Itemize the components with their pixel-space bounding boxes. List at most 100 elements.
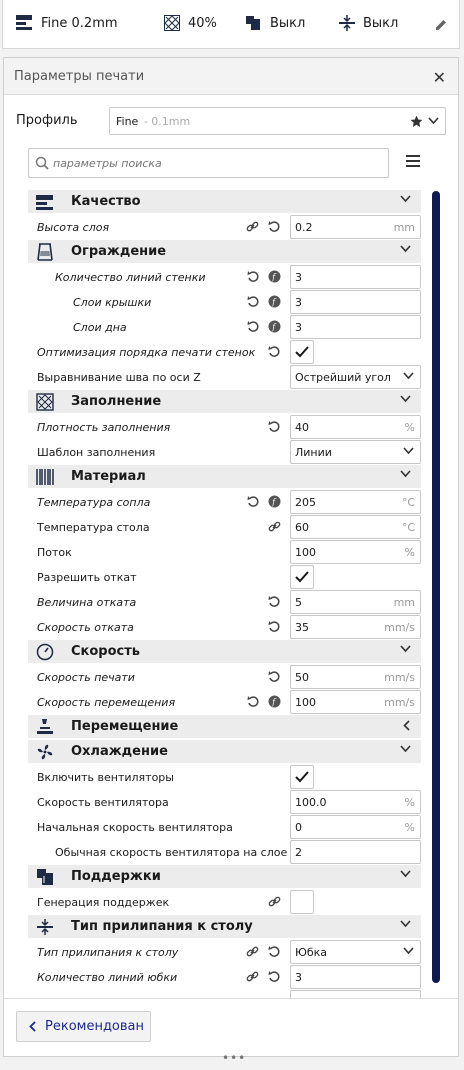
recommended-button[interactable]: Рекомендован — [16, 1011, 151, 1042]
profile-dropdown[interactable]: Fine - 0.1mm — [109, 107, 446, 135]
travel-speed-field[interactable]: 100 mm/s — [290, 690, 421, 714]
reset-icon[interactable] — [247, 295, 260, 308]
resize-handle[interactable]: ••• — [222, 1051, 246, 1065]
retraction-distance-field[interactable]: 5 mm — [290, 590, 421, 614]
star-icon[interactable] — [410, 115, 423, 128]
flow-field[interactable]: 100 % — [290, 540, 421, 564]
menu-icon[interactable] — [406, 155, 420, 167]
chevron-down-icon — [400, 470, 411, 478]
chevron-down-icon — [400, 870, 411, 878]
layer-height-field[interactable]: 0.2 mm — [290, 215, 421, 239]
search-box[interactable] — [28, 148, 389, 178]
profile-subvalue: - 0.1mm — [143, 115, 191, 128]
nozzle-temp-field[interactable]: 205 °C — [290, 490, 421, 514]
chevron-down-icon — [400, 645, 411, 653]
retraction-enable-checkbox[interactable] — [290, 565, 314, 589]
regular-fan-layer-field[interactable]: 2 — [290, 840, 421, 864]
field-value: 40 — [295, 421, 309, 434]
reset-icon[interactable] — [268, 220, 281, 233]
field-unit: mm/s — [384, 621, 415, 634]
category-adhesion[interactable]: Тип прилипания к столу — [28, 915, 421, 938]
setting-label: Поток — [37, 546, 72, 559]
function-icon: f — [268, 320, 281, 333]
scrollbar[interactable] — [431, 189, 441, 1039]
field-value: 0.2 — [295, 221, 313, 234]
setting-regular-fan-layer: Обычная скорость вентилятора на слое 2 — [28, 840, 421, 865]
category-label: Материал — [71, 469, 146, 484]
setting-bed-temp: Температура стола 60 °C — [28, 515, 421, 540]
category-infill[interactable]: Заполнение — [28, 390, 421, 413]
category-quality[interactable]: Качество — [28, 190, 421, 213]
infill-density-field[interactable]: 40 % — [290, 415, 421, 439]
support-summary[interactable]: Выкл — [245, 15, 305, 31]
search-input[interactable] — [53, 156, 373, 170]
chevron-down-icon — [400, 395, 411, 403]
fan-speed-field[interactable]: 100.0 % — [290, 790, 421, 814]
retraction-speed-field[interactable]: 35 mm/s — [290, 615, 421, 639]
category-shell[interactable]: Ограждение — [28, 240, 421, 263]
category-material[interactable]: Материал — [28, 465, 421, 488]
pencil-icon[interactable] — [435, 19, 447, 31]
setting-skirt-lines: Количество линий юбки 3 — [28, 965, 421, 990]
reset-icon[interactable] — [268, 345, 281, 358]
support-generate-checkbox[interactable] — [290, 890, 314, 914]
setting-label: Тип прилипания к столу — [37, 946, 179, 959]
category-travel[interactable]: Перемещение — [28, 715, 421, 738]
chevron-down-icon — [403, 372, 414, 380]
reset-icon[interactable] — [247, 495, 260, 508]
field-value: 100.0 — [295, 796, 327, 809]
infill-summary-label: 40% — [188, 15, 217, 31]
infill-summary[interactable]: 40% — [164, 15, 217, 31]
fan-enable-checkbox[interactable] — [290, 765, 314, 789]
settings-list[interactable]: Качество Высота слоя 0.2 mm Ограждение К… — [28, 189, 421, 999]
function-icon: f — [268, 295, 281, 308]
initial-fan-speed-field[interactable]: 0 % — [290, 815, 421, 839]
setting-label: Генерация поддержек — [37, 896, 170, 909]
setting-label: Скорость вентилятора — [37, 796, 169, 809]
scrollbar-thumb[interactable] — [432, 191, 440, 983]
top-layers-field[interactable]: 3 — [290, 290, 421, 314]
print-setup-summary-bar[interactable]: Fine 0.2mm 40% Выкл Выкл — [2, 0, 460, 49]
setting-label: Температура сопла — [37, 496, 151, 509]
setting-fan-speed: Скорость вентилятора 100.0 % — [28, 790, 421, 815]
category-cooling[interactable]: Охлаждение — [28, 740, 421, 763]
skirt-lines-field[interactable]: 3 — [290, 965, 421, 989]
shell-icon — [37, 243, 53, 261]
setting-label: Включить вентиляторы — [37, 771, 174, 784]
profile-summary[interactable]: Fine 0.2mm — [16, 15, 118, 31]
category-support[interactable]: Поддержки — [28, 865, 421, 888]
close-icon[interactable]: ✕ — [433, 68, 446, 87]
field-unit: % — [404, 421, 415, 434]
bottom-layers-field[interactable]: 3 — [290, 315, 421, 339]
setting-seam-align: Выравнивание шва по оси Z Острейший угол — [28, 365, 421, 390]
reset-icon[interactable] — [247, 695, 260, 708]
setting-label: Количество линий юбки — [37, 971, 178, 984]
optimize-wall-order-checkbox[interactable] — [290, 340, 314, 364]
seam-align-select[interactable]: Острейший угол — [290, 365, 421, 389]
setting-adhesion-type: Тип прилипания к столу Юбка — [28, 940, 421, 965]
adhesion-type-select[interactable]: Юбка — [290, 940, 421, 964]
infill-icon — [164, 15, 180, 31]
category-label: Тип прилипания к столу — [71, 919, 253, 934]
setting-label: Плотность заполнения — [37, 421, 171, 434]
reset-icon[interactable] — [268, 945, 281, 958]
reset-icon[interactable] — [268, 670, 281, 683]
wall-line-count-field[interactable]: 3 — [290, 265, 421, 289]
adhesion-summary[interactable]: Выкл — [339, 15, 398, 31]
reset-icon[interactable] — [268, 620, 281, 633]
setting-retraction-distance: Величина отката 5 mm — [28, 590, 421, 615]
reset-icon[interactable] — [247, 270, 260, 283]
category-speed[interactable]: Скорость — [28, 640, 421, 663]
infill-pattern-select[interactable]: Линии — [290, 440, 421, 464]
reset-icon[interactable] — [247, 320, 260, 333]
field-value: 2 — [295, 846, 302, 859]
reset-icon[interactable] — [268, 595, 281, 608]
setting-label: Разрешить откат — [37, 571, 137, 584]
field-unit: mm — [393, 221, 415, 234]
print-speed-field[interactable]: 50 mm/s — [290, 665, 421, 689]
reset-icon[interactable] — [268, 970, 281, 983]
reset-icon[interactable] — [268, 420, 281, 433]
field-value: Острейший угол — [295, 371, 391, 384]
bed-temp-field[interactable]: 60 °C — [290, 515, 421, 539]
chevron-down-icon — [403, 447, 414, 455]
